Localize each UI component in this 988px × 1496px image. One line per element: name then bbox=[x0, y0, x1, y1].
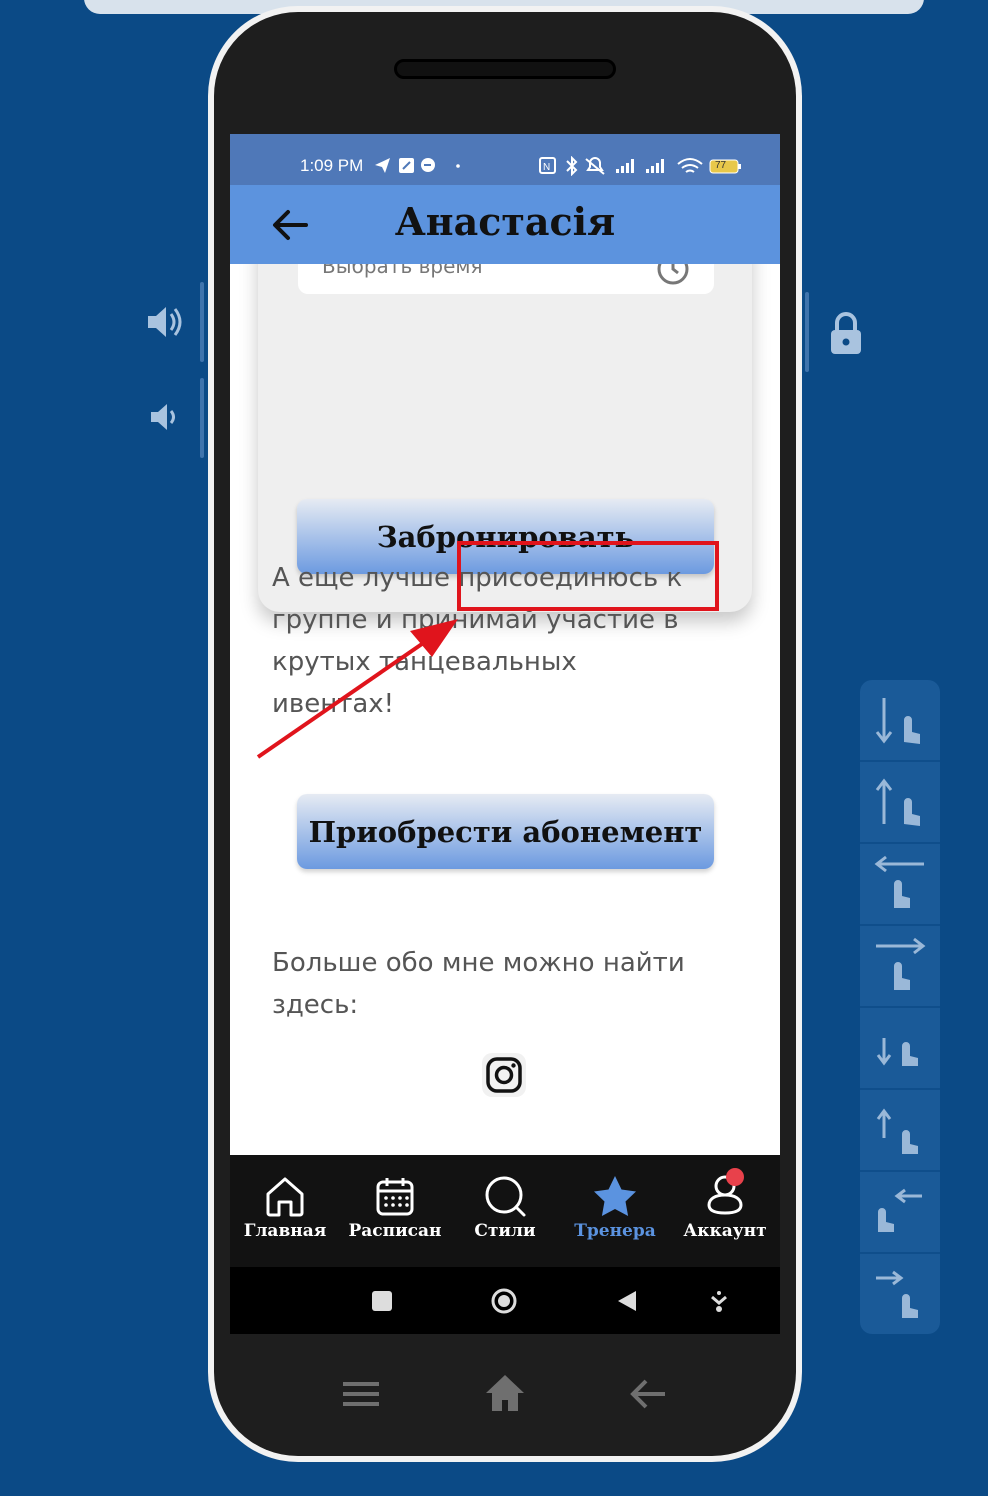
system-nav-bar bbox=[230, 1267, 780, 1334]
gesture-swipe-right-long[interactable] bbox=[860, 926, 940, 1008]
status-bar: 1:09 PM N 77 bbox=[230, 134, 780, 185]
gesture-swipe-right-short[interactable] bbox=[860, 1254, 940, 1334]
back-triangle-button[interactable] bbox=[616, 1289, 638, 1313]
gesture-swipe-up-short[interactable] bbox=[860, 1090, 940, 1172]
instagram-link[interactable] bbox=[482, 1053, 526, 1097]
status-time: 1:09 PM bbox=[300, 156, 364, 175]
gesture-swipe-up-long[interactable] bbox=[860, 762, 940, 844]
more-info-line: здесь: bbox=[272, 990, 359, 1020]
swipe-up-icon bbox=[875, 778, 920, 826]
time-picker-placeholder: Выбрать время bbox=[322, 264, 483, 278]
power-button-line bbox=[805, 292, 809, 372]
hide-keyboard-icon[interactable] bbox=[708, 1289, 730, 1313]
nav-label-home: Главная bbox=[243, 1221, 327, 1241]
phone-speaker bbox=[394, 59, 616, 79]
time-picker-field[interactable]: Выбрать время bbox=[298, 264, 714, 294]
nav-item-account[interactable]: Аккаунт bbox=[670, 1155, 780, 1267]
clock-icon bbox=[657, 264, 689, 285]
gesture-swipe-down-short[interactable] bbox=[860, 1008, 940, 1090]
volume-down-icon[interactable] bbox=[148, 400, 182, 438]
calendar-icon bbox=[376, 1178, 414, 1216]
menu-icon[interactable] bbox=[341, 1376, 381, 1412]
page-title: Анастасія bbox=[394, 199, 616, 244]
nav-item-schedule[interactable]: Расписан bbox=[340, 1155, 450, 1267]
search-icon bbox=[485, 1176, 526, 1217]
subscribe-button[interactable]: Приобрести абонемент bbox=[297, 794, 714, 869]
recents-button[interactable] bbox=[372, 1291, 392, 1311]
battery-level: 77 bbox=[715, 160, 727, 171]
nav-label-styles: Стили bbox=[474, 1221, 536, 1241]
annotation-arrow bbox=[256, 619, 458, 759]
gesture-swipe-left-long[interactable] bbox=[860, 844, 940, 926]
short-swipe-right-icon bbox=[876, 1270, 918, 1318]
nav-item-trainers[interactable]: Тренера bbox=[560, 1155, 670, 1267]
volume-up-icon[interactable] bbox=[144, 302, 184, 346]
back-arrow-icon[interactable] bbox=[628, 1374, 668, 1414]
swipe-down-icon bbox=[875, 698, 920, 744]
volume-down-line bbox=[200, 378, 204, 458]
lock-icon[interactable] bbox=[828, 312, 864, 360]
svg-text:N: N bbox=[543, 162, 550, 173]
short-swipe-left-icon bbox=[878, 1188, 922, 1232]
annotation-highlight-box bbox=[457, 541, 719, 611]
more-info-text: Больше обо мне можно найти здесь: bbox=[272, 942, 752, 1026]
home-circle-button[interactable] bbox=[490, 1287, 518, 1315]
status-notification-icons bbox=[375, 158, 460, 173]
bottom-navigation: Главная Расписан Стили Тренера Аккаунт bbox=[230, 1155, 780, 1267]
home-icon[interactable] bbox=[483, 1372, 527, 1414]
nav-label-schedule: Расписан bbox=[348, 1221, 442, 1241]
star-icon bbox=[594, 1176, 636, 1216]
gesture-swipe-down-long[interactable] bbox=[860, 680, 940, 762]
nav-label-account: Аккаунт bbox=[683, 1221, 767, 1241]
nav-item-styles[interactable]: Стили bbox=[450, 1155, 560, 1267]
short-swipe-down-icon bbox=[876, 1038, 918, 1066]
volume-rocker-line bbox=[200, 282, 204, 362]
instagram-icon bbox=[486, 1057, 522, 1093]
nav-item-home[interactable]: Главная bbox=[230, 1155, 340, 1267]
swipe-left-icon bbox=[874, 855, 924, 908]
gesture-swipe-left-short[interactable] bbox=[860, 1172, 940, 1254]
nav-label-trainers: Тренера bbox=[574, 1221, 656, 1241]
short-swipe-up-icon bbox=[876, 1108, 918, 1154]
more-info-line: Больше обо мне можно найти bbox=[272, 948, 685, 978]
app-bar: Анастасія bbox=[230, 185, 780, 264]
swipe-right-icon bbox=[876, 937, 926, 990]
account-icon bbox=[707, 1168, 744, 1215]
gesture-panel bbox=[860, 680, 940, 1334]
home-icon bbox=[266, 1177, 304, 1217]
